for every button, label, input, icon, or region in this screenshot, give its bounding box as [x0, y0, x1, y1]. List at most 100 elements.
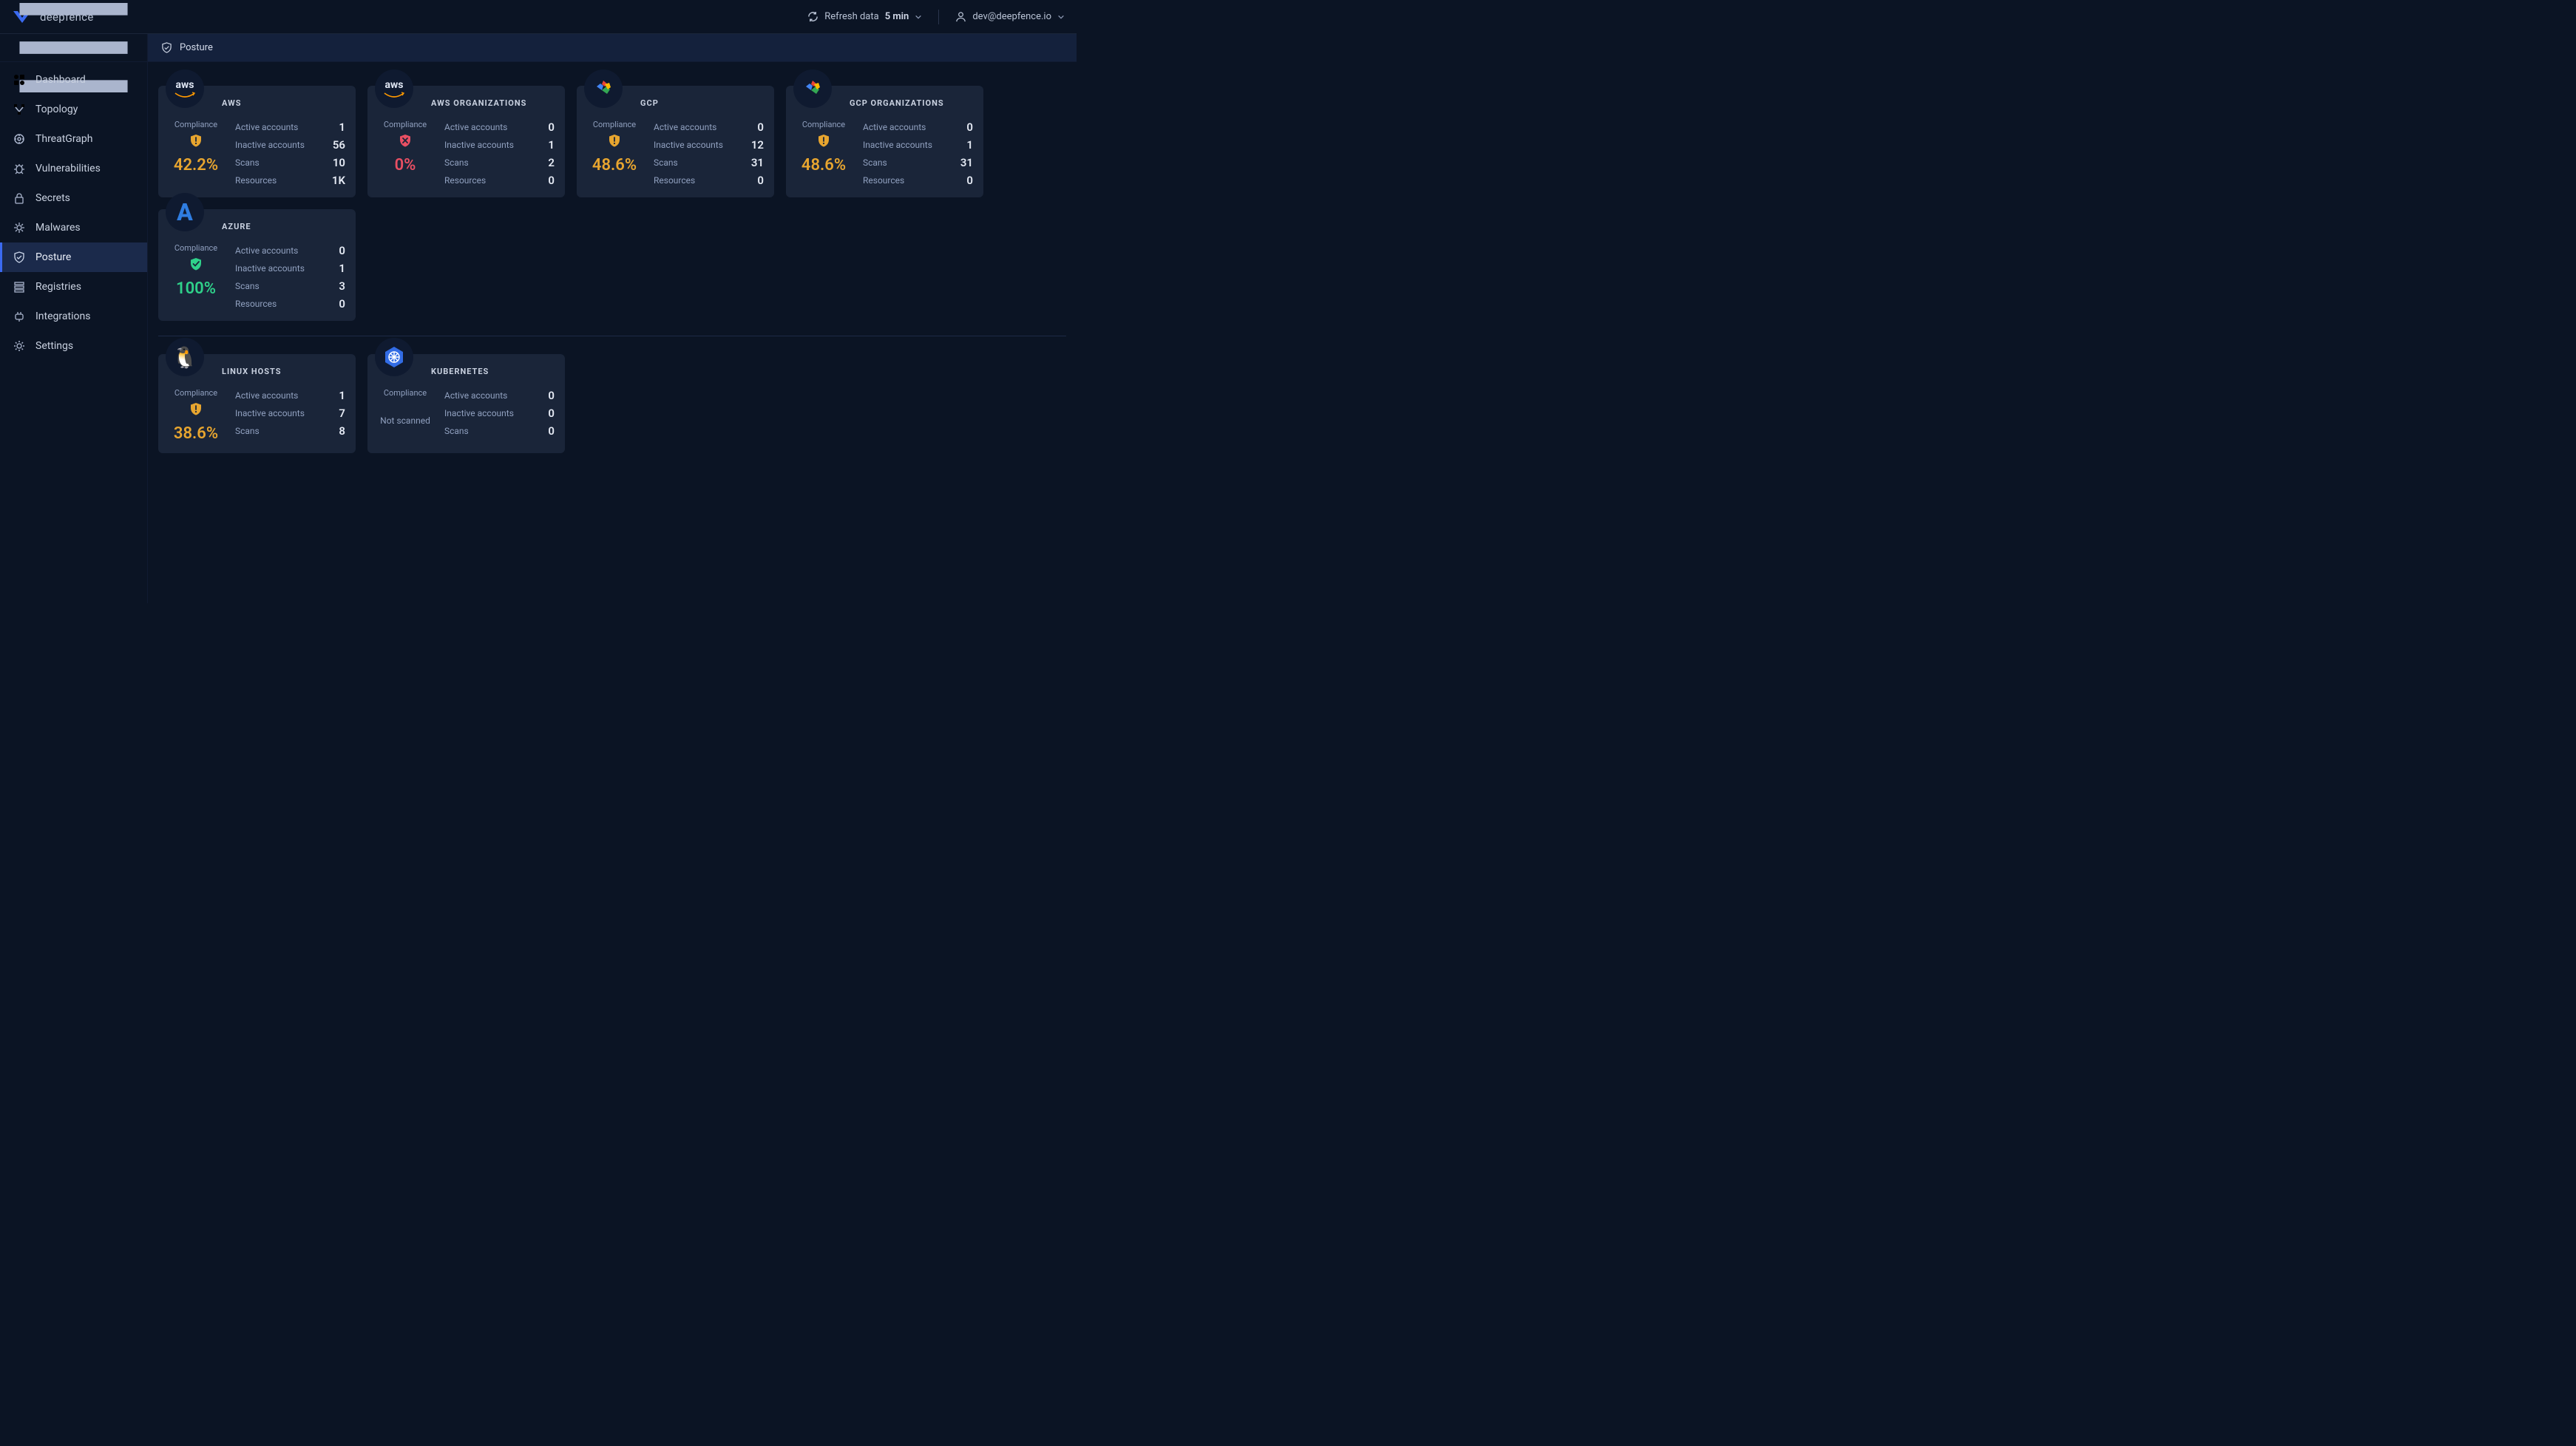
- sidebar-item-posture[interactable]: Posture: [0, 242, 147, 272]
- stat-value: 1: [339, 389, 345, 402]
- stat-label: Scans: [863, 157, 887, 168]
- settings-icon: [13, 340, 25, 352]
- stat-row: Inactive accounts 7: [235, 407, 345, 420]
- sidebar-item-malwares[interactable]: Malwares: [0, 213, 147, 242]
- stat-value: 31: [751, 156, 764, 169]
- vulnerabilities-icon: [13, 163, 25, 174]
- posture-card-gcp-2[interactable]: GCP Compliance48.6%Active accounts0Inact…: [577, 86, 774, 197]
- stat-row: Inactive accounts1: [863, 138, 973, 152]
- kubernetes-provider-icon: [375, 338, 413, 376]
- stat-row: Scans 10: [235, 156, 345, 169]
- stat-value: 56: [333, 138, 345, 152]
- stat-label: Resources: [654, 175, 695, 186]
- stat-label: Inactive accounts: [444, 408, 514, 418]
- compliance-percent: 48.6%: [801, 156, 846, 174]
- user-email: dev@deepfence.io: [972, 11, 1051, 22]
- stat-label: Inactive accounts: [235, 140, 305, 150]
- sidebar-collapse-button[interactable]: [0, 34, 147, 62]
- stat-row: Resources0: [235, 297, 345, 310]
- stat-row: Active accounts0: [863, 120, 973, 134]
- gcp-provider-icon: [793, 69, 832, 108]
- stat-label: Active accounts: [444, 122, 507, 132]
- stat-label: Inactive accounts: [863, 140, 932, 150]
- stat-label: Active accounts: [235, 122, 298, 132]
- stat-label: Active accounts: [444, 390, 507, 401]
- stat-value: 0: [548, 174, 555, 187]
- top-bar: deepfence Refresh data 5 min dev@deepfen…: [0, 0, 1077, 34]
- stat-label: Inactive accounts: [235, 263, 305, 274]
- stat-label: Scans: [444, 157, 469, 168]
- refresh-icon: [807, 11, 818, 22]
- sidebar-item-threatgraph[interactable]: ThreatGraph: [0, 124, 147, 154]
- posture-card-linux-0[interactable]: 🐧 LINUX HOSTS Compliance38.6%Active acco…: [158, 354, 356, 453]
- compliance-status-icon: [189, 402, 203, 420]
- compliance-label: Compliance: [384, 120, 427, 129]
- posture-card-gcp-3[interactable]: GCP ORGANIZATIONS Compliance 48.6% Active …: [786, 86, 983, 197]
- stat-value: 0: [548, 407, 555, 420]
- sidebar-item-topology[interactable]: Topology: [0, 95, 147, 124]
- stat-row: Active accounts 0: [444, 120, 555, 134]
- sidebar-item-label: Posture: [35, 251, 71, 263]
- posture-card-aws-0[interactable]: aws AWS Compliance42.2%Active accounts1I…: [158, 86, 356, 197]
- posture-card-kubernetes-1[interactable]: KUBERNETES ComplianceNot scannedActive a…: [367, 354, 565, 453]
- sidebar-item-integrations[interactable]: Integrations: [0, 302, 147, 331]
- compliance-status-icon: [817, 134, 830, 152]
- sidebar-item-secrets[interactable]: Secrets: [0, 183, 147, 213]
- stat-value: 7: [339, 407, 345, 420]
- aws-provider-icon: aws: [375, 69, 413, 108]
- posture-card-aws-1[interactable]: aws AWS ORGANIZATIONS Compliance0%Active…: [367, 86, 565, 197]
- compliance-label: Compliance: [802, 120, 845, 129]
- dashboard-icon: [13, 74, 25, 86]
- sidebar-item-settings[interactable]: Settings: [0, 331, 147, 361]
- stat-row: Scans 31: [863, 156, 973, 169]
- card-title: AWS: [222, 98, 242, 108]
- card-title: KUBERNETES: [431, 367, 489, 376]
- stat-value: 0: [548, 120, 555, 134]
- compliance-label: Compliance: [174, 243, 217, 253]
- sidebar-item-label: Integrations: [35, 310, 90, 322]
- sidebar-item-label: Secrets: [35, 192, 70, 204]
- stat-value: 3: [339, 279, 345, 293]
- stat-row: Resources0: [444, 174, 555, 187]
- stat-row: Active accounts 0: [444, 389, 555, 402]
- refresh-label: Refresh data: [824, 11, 878, 22]
- compliance-label: Compliance: [384, 388, 427, 398]
- stat-label: Inactive accounts: [235, 408, 305, 418]
- posture-card-azure-4[interactable]: A AZURE Compliance100%Active accounts0In…: [158, 209, 356, 321]
- stat-label: Active accounts: [235, 390, 298, 401]
- sidebar-item-vulnerabilities[interactable]: Vulnerabilities: [0, 154, 147, 183]
- chevron-down-icon: [915, 13, 922, 21]
- stat-value: 1K: [332, 174, 345, 187]
- compliance-percent: 38.6%: [174, 424, 218, 443]
- compliance-status-icon: [608, 134, 621, 152]
- sidebar-item-registries[interactable]: Registries: [0, 272, 147, 302]
- card-title: GCP ORGANIZATIONS: [850, 98, 944, 108]
- compliance-status-icon: [399, 134, 412, 152]
- compliance-status-icon: [189, 134, 203, 152]
- divider: [938, 10, 939, 24]
- stat-value: 8: [339, 424, 345, 438]
- stat-value: 0: [548, 389, 555, 402]
- stat-value: 31: [960, 156, 973, 169]
- stat-row: Inactive accounts1: [444, 138, 555, 152]
- stat-row: Active accounts 1: [235, 389, 345, 402]
- stat-label: Scans: [235, 157, 260, 168]
- stat-label: Resources: [235, 175, 277, 186]
- breadcrumb: Posture: [148, 34, 1077, 62]
- user-menu[interactable]: dev@deepfence.io: [955, 11, 1065, 22]
- stat-row: Scans8: [235, 424, 345, 438]
- stat-value: 10: [333, 156, 345, 169]
- sidebar-item-dashboard[interactable]: Dashboard: [0, 65, 147, 95]
- card-title: GCP: [640, 98, 659, 108]
- stat-label: Scans: [654, 157, 678, 168]
- stat-label: Scans: [235, 281, 260, 291]
- card-title: AZURE: [222, 222, 251, 231]
- compliance-label: Compliance: [174, 120, 217, 129]
- refresh-data-control[interactable]: Refresh data 5 min: [807, 11, 922, 22]
- stat-value: 0: [548, 424, 555, 438]
- sidebar-item-label: Registries: [35, 281, 81, 293]
- shield-icon: [161, 42, 172, 53]
- sidebar-item-label: Dashboard: [35, 74, 86, 86]
- user-icon: [955, 11, 966, 22]
- sidebar-item-label: Vulnerabilities: [35, 163, 101, 174]
